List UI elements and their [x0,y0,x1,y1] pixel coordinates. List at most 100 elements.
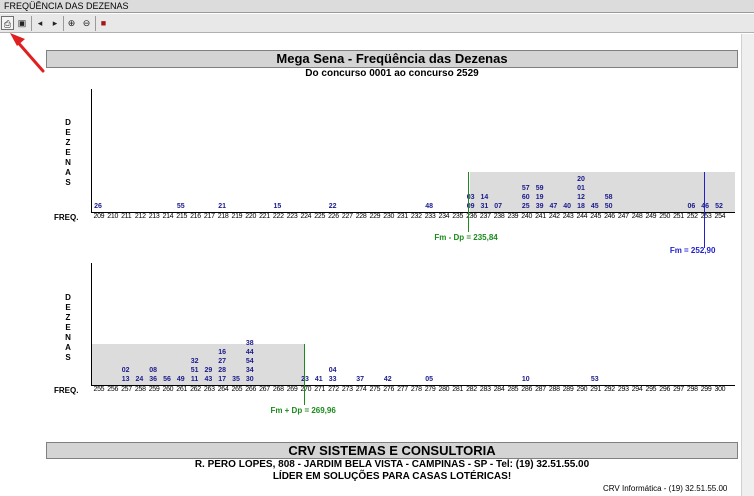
freq-label: FREQ. [54,386,79,395]
dezena-number: 34 [245,367,254,374]
x-tick-label: 248 [631,213,643,220]
dezenas-axis-letter: D [65,118,71,127]
x-tick-label: 287 [535,386,546,393]
window-title: FREQÜÊNCIA DAS DEZENAS [0,0,754,13]
dezena-number: 11 [190,376,199,383]
dezenas-axis-letter: N [65,333,71,342]
x-tick-label: 210 [107,213,119,220]
toolbar: ⎙ ▣ ◂ ▸ ⊕ ⊖ ■ [0,14,754,33]
dezena-number: 52 [715,203,723,210]
x-tick-label: 265 [231,386,243,393]
x-tick-label: 215 [176,213,188,220]
x-tick-label: 250 [659,213,671,220]
dezena-number: 49 [176,376,185,383]
x-tick-label: 244 [576,213,588,220]
dezena-number: 20 [577,176,585,183]
x-tick-label: 286 [521,386,533,393]
x-tick-label: 242 [548,213,560,220]
x-tick-label: 284 [493,386,505,393]
x-tick-label: 292 [604,386,615,393]
dezena-number: 25 [521,203,530,210]
dezenas-axis-letter: N [65,158,71,167]
x-tick-label: 240 [521,213,533,220]
dezena-number: 40 [563,203,572,210]
dezena-number: 41 [314,376,323,383]
toolbar-divider [63,16,64,31]
close-icon: ■ [100,18,107,28]
dezenas-axis-letter: E [65,323,71,332]
zoom-in-button[interactable]: ⊕ [65,16,78,30]
x-tick-label: 229 [369,213,381,220]
x-tick-label: 220 [245,213,257,220]
dezenas-axis-letter: Z [65,313,71,322]
dezena-number: 60 [521,194,530,201]
x-tick-label: 213 [148,213,160,220]
x-tick-label: 219 [231,213,243,220]
dezena-number: 48 [425,203,434,210]
dezena-number: 13 [121,376,130,383]
dezena-number: 26 [94,203,102,210]
dezena-number: 46 [701,203,710,210]
report-title: Mega Sena - Freqüência das Dezenas [46,50,738,68]
x-tick-label: 212 [134,213,146,220]
dezenas-axis-letter: D [65,293,71,302]
x-tick-label: 293 [617,386,629,393]
dezena-number: 10 [521,376,530,383]
x-tick-label: 255 [93,386,105,393]
x-tick-label: 225 [314,213,326,220]
x-tick-label: 246 [604,213,615,220]
company-address: R. PERO LOPES, 808 - JARDIM BELA VISTA -… [194,459,590,470]
x-tick-label: 299 [700,386,712,393]
dezenas-axis-letter: A [65,168,71,177]
dezena-number: 35 [232,376,240,383]
x-tick-label: 216 [190,213,201,220]
dezena-number: 09 [466,203,475,210]
x-tick-label: 252 [686,213,698,220]
dezenas-axis-letter: Z [65,138,71,147]
report-page: Mega Sena - Freqüência das Dezenas Do co… [0,34,740,496]
dezena-number: 28 [218,367,227,374]
x-tick-label: 233 [424,213,436,220]
zoom-out-button[interactable]: ⊖ [80,16,93,30]
dezena-number: 36 [149,376,158,383]
marker-line [703,172,705,248]
dezenas-axis-letter: A [65,343,71,352]
x-tick-label: 278 [410,386,422,393]
dezena-number: 06 [687,203,696,210]
dezenas-axis-letter: S [65,353,71,362]
dezena-number: 29 [204,367,213,374]
x-tick-label: 276 [383,386,395,393]
credit-line: CRV Informática - (19) 32.51.55.00 [603,484,728,493]
marker-label: Fm - Dp = 235,84 [434,233,498,242]
x-tick-label: 272 [328,386,339,393]
x-tick-label: 222 [272,213,284,220]
x-tick-label: 245 [590,213,602,220]
vertical-scrollbar[interactable] [741,34,754,496]
dezena-number: 14 [480,194,489,201]
dezena-number: 08 [149,367,158,374]
dezena-number: 07 [494,203,503,210]
dezena-number: 58 [604,194,613,201]
dezena-number: 38 [245,340,254,347]
x-tick-label: 267 [259,386,270,393]
red-arrow-annotation [10,33,45,73]
x-tick-label: 235 [452,213,464,220]
dezena-number: 16 [218,349,227,356]
x-tick-label: 297 [673,386,684,393]
close-button[interactable]: ■ [97,16,110,30]
dezena-number: 18 [577,203,585,210]
company-banner: CRV SISTEMAS E CONSULTORIA [46,442,738,459]
x-tick-label: 256 [107,386,119,393]
x-tick-label: 282 [466,386,477,393]
x-tick-label: 211 [121,213,132,220]
x-tick-label: 285 [507,386,519,393]
x-tick-label: 253 [700,213,712,220]
dezena-number: 04 [328,367,337,374]
x-tick-label: 228 [355,213,367,220]
x-tick-label: 223 [286,213,298,220]
dezena-number: 01 [577,185,585,192]
dezena-number: 56 [163,376,171,383]
dezenas-axis-letter: E [65,303,71,312]
x-tick-label: 231 [397,213,408,220]
dezena-number: 47 [549,203,558,210]
